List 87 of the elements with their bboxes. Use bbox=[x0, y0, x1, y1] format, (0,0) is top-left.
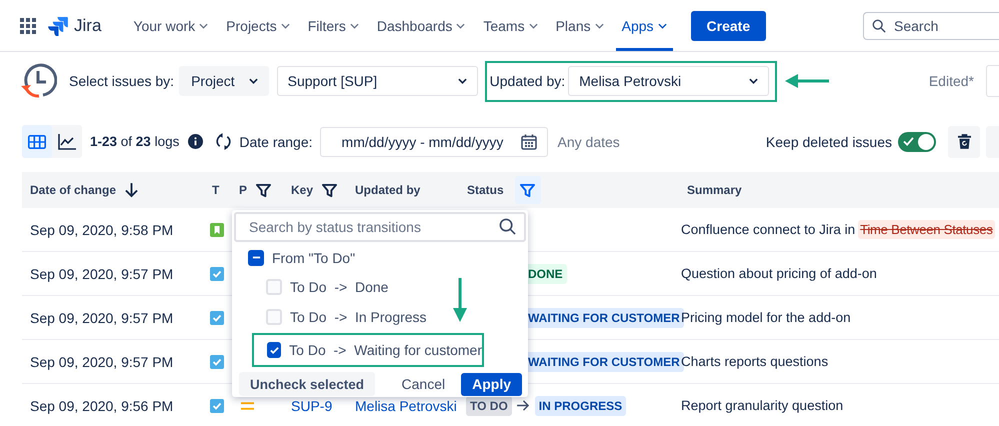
user-dropdown[interactable]: Melisa Petrovski bbox=[568, 66, 770, 96]
sort-arrow-icon[interactable] bbox=[125, 182, 138, 198]
arrow-icon bbox=[452, 278, 468, 322]
filter-icon[interactable] bbox=[256, 182, 272, 198]
calendar-icon[interactable] bbox=[520, 134, 537, 150]
uncheck-button[interactable]: Uncheck selected bbox=[239, 372, 376, 396]
trash-icon bbox=[958, 134, 970, 149]
option-label[interactable]: From "To Do" bbox=[272, 250, 356, 266]
line-chart-icon bbox=[58, 134, 76, 150]
app-grid-icon[interactable] bbox=[20, 18, 36, 34]
option-label[interactable]: To Do -> Waiting for customer bbox=[289, 342, 482, 358]
date-cell: Sep 09, 2020, 9:57 PM bbox=[30, 354, 174, 370]
column-header: Summary bbox=[687, 183, 742, 197]
log-count: 1-23 of 23 logs bbox=[90, 134, 180, 149]
check-icon bbox=[270, 346, 279, 354]
arrow-icon bbox=[516, 400, 530, 411]
nav-menu[interactable]: Apps bbox=[616, 0, 673, 51]
nav-menu[interactable]: Plans bbox=[550, 0, 610, 51]
trash-button[interactable] bbox=[948, 126, 980, 158]
project-select[interactable]: Support [SUP] bbox=[276, 66, 478, 96]
checkbox[interactable] bbox=[267, 342, 282, 358]
filter-type-dropdown[interactable]: Project bbox=[179, 66, 269, 96]
column-header: Updated by bbox=[355, 183, 420, 197]
nav-menu[interactable]: Your work bbox=[127, 0, 214, 51]
issue-key-link[interactable]: SUP-9 bbox=[291, 398, 332, 414]
updated-by-label: Updated by: bbox=[490, 73, 566, 89]
chevron-icon bbox=[528, 22, 538, 28]
summary-cell: Charts reports questions bbox=[681, 354, 828, 369]
chevron-icon bbox=[248, 78, 258, 84]
status-lozenge: IN PROGRESS bbox=[534, 396, 626, 416]
summary-cell: Report granularity question bbox=[681, 398, 844, 413]
create-button[interactable]: Create bbox=[690, 10, 766, 40]
info-icon[interactable] bbox=[188, 134, 204, 149]
logo-icon bbox=[48, 16, 68, 36]
column-header: T bbox=[212, 183, 220, 197]
column-header: Key bbox=[291, 183, 314, 197]
date-range-field[interactable]: mm/dd/yyyy - mm/dd/yyyy bbox=[320, 126, 548, 156]
check-icon bbox=[903, 136, 914, 146]
filter-icon[interactable] bbox=[322, 182, 338, 198]
summary-cell: Pricing model for the add-on bbox=[681, 310, 851, 325]
checkbox[interactable] bbox=[248, 250, 264, 266]
search-icon bbox=[499, 218, 516, 235]
arrow-icon bbox=[785, 73, 832, 89]
apply-button[interactable]: Apply bbox=[461, 372, 522, 396]
user-link[interactable]: Melisa Petrovski bbox=[355, 398, 457, 414]
search-field[interactable]: Search bbox=[863, 12, 999, 40]
nav-menu[interactable]: Projects bbox=[220, 0, 296, 51]
summary-cell: Question about pricing of add-on bbox=[681, 266, 877, 281]
product-name: Jira bbox=[74, 16, 102, 36]
chevron-icon bbox=[350, 22, 359, 28]
chevron-icon bbox=[458, 78, 467, 84]
option-label[interactable]: To Do -> Done bbox=[290, 279, 388, 295]
chevron-icon bbox=[594, 22, 604, 28]
date-cell: Sep 09, 2020, 9:58 PM bbox=[30, 222, 174, 238]
chevron-icon bbox=[280, 22, 290, 28]
edited-label: Edited* bbox=[928, 73, 974, 89]
column-header: P bbox=[239, 183, 248, 197]
date-cell: Sep 09, 2020, 9:56 PM bbox=[30, 398, 174, 414]
date-cell: Sep 09, 2020, 9:57 PM bbox=[30, 310, 174, 326]
refresh-icon[interactable] bbox=[216, 133, 232, 150]
nav-menu[interactable]: Teams bbox=[477, 0, 544, 51]
cancel-button[interactable]: Cancel bbox=[402, 376, 446, 392]
deleted-text: Time Between Statuses bbox=[858, 220, 995, 239]
column-header: Date of change bbox=[30, 183, 116, 197]
status-lozenge: TO DO bbox=[466, 396, 512, 416]
option-label[interactable]: To Do -> In Progress bbox=[290, 309, 427, 325]
table-icon bbox=[28, 134, 46, 148]
search-icon bbox=[872, 18, 886, 32]
keep-deleted-toggle[interactable] bbox=[898, 132, 936, 152]
status-search-field[interactable]: Search by status transitions bbox=[234, 212, 526, 242]
date-hint: Any dates bbox=[558, 134, 620, 150]
filter-button[interactable] bbox=[514, 176, 541, 204]
clock-icon bbox=[19, 62, 57, 100]
chevron-icon bbox=[749, 78, 758, 84]
chevron-icon bbox=[456, 22, 466, 28]
nav-menu[interactable]: Dashboards bbox=[370, 0, 472, 51]
keep-deleted-label: Keep deleted issues bbox=[766, 134, 892, 150]
column-header: Status bbox=[467, 183, 504, 197]
date-range-label: Date range: bbox=[239, 134, 313, 150]
nav-menu[interactable]: Filters bbox=[302, 0, 365, 51]
date-cell: Sep 09, 2020, 9:57 PM bbox=[30, 266, 174, 282]
chevron-icon bbox=[658, 22, 667, 28]
chevron-icon bbox=[199, 22, 208, 28]
table-view-button[interactable] bbox=[22, 125, 52, 158]
select-label: Select issues by: bbox=[69, 73, 174, 89]
summary-cell: Confluence connect to Jira in bbox=[681, 222, 856, 237]
filter-icon bbox=[520, 182, 536, 198]
